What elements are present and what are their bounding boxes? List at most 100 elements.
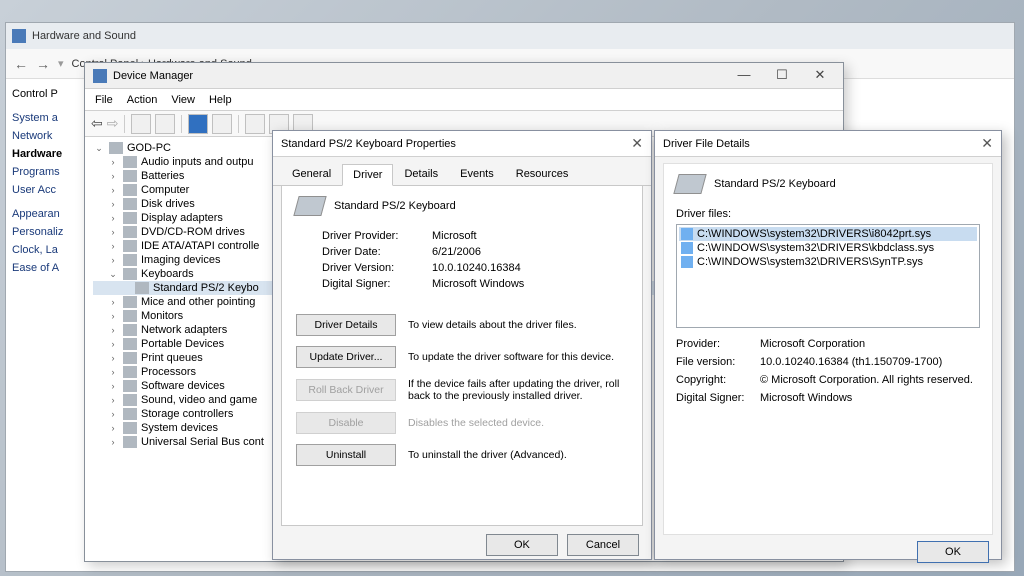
disable-button: Disable xyxy=(296,412,396,434)
toolbar-button[interactable] xyxy=(131,114,151,134)
version-label: Driver Version: xyxy=(322,262,432,274)
properties-titlebar[interactable]: Standard PS/2 Keyboard Properties ✕ xyxy=(273,131,651,157)
toolbar-help-icon[interactable] xyxy=(188,114,208,134)
rollback-driver-desc: If the device fails after updating the d… xyxy=(408,378,628,402)
back-arrow-icon[interactable]: ← xyxy=(14,56,28,72)
dfd-provider-value: Microsoft Corporation xyxy=(760,338,865,350)
device-icon xyxy=(123,296,137,308)
device-icon xyxy=(123,338,137,350)
tab-driver[interactable]: Driver xyxy=(342,164,393,186)
dfd-provider-label: Provider: xyxy=(676,338,760,350)
sidebar-link[interactable]: Network xyxy=(10,127,86,145)
menu-view[interactable]: View xyxy=(171,94,195,106)
device-icon xyxy=(123,156,137,168)
dfd-version-label: File version: xyxy=(676,356,760,368)
file-icon xyxy=(681,242,693,254)
cancel-button[interactable]: Cancel xyxy=(567,534,639,556)
control-panel-title: Hardware and Sound xyxy=(32,30,136,42)
keyboard-icon xyxy=(135,282,149,294)
tab-general[interactable]: General xyxy=(281,163,342,185)
forward-arrow-icon[interactable]: → xyxy=(36,56,50,72)
sidebar-link[interactable]: User Acc xyxy=(10,181,86,199)
sidebar-link[interactable]: Clock, La xyxy=(10,241,86,259)
dfd-device-name: Standard PS/2 Keyboard xyxy=(714,178,836,190)
keyboard-device-icon xyxy=(293,196,326,216)
driver-details-button[interactable]: Driver Details xyxy=(296,314,396,336)
toolbar-forward-icon[interactable]: ⇨ xyxy=(107,115,119,132)
provider-value: Microsoft xyxy=(432,230,477,242)
control-panel-icon xyxy=(12,29,26,43)
device-icon xyxy=(123,170,137,182)
sidebar-link[interactable]: System a xyxy=(10,109,86,127)
device-icon xyxy=(123,394,137,406)
update-driver-desc: To update the driver software for this d… xyxy=(408,351,628,363)
sidebar-link[interactable]: Personaliz xyxy=(10,223,86,241)
menu-help[interactable]: Help xyxy=(209,94,232,106)
properties-dialog: Standard PS/2 Keyboard Properties ✕ Gene… xyxy=(272,130,652,560)
file-icon xyxy=(681,256,693,268)
disable-desc: Disables the selected device. xyxy=(408,417,628,429)
driver-file-details-dialog: Driver File Details ✕ Standard PS/2 Keyb… xyxy=(654,130,1002,560)
device-icon xyxy=(123,324,137,336)
sidebar-link[interactable]: Appearan xyxy=(10,205,86,223)
device-icon xyxy=(123,380,137,392)
close-icon[interactable]: ✕ xyxy=(981,135,993,152)
menu-action[interactable]: Action xyxy=(127,94,158,106)
sidebar-link[interactable]: Ease of A xyxy=(10,259,86,277)
close-button[interactable]: ✕ xyxy=(801,65,839,87)
properties-tabs: General Driver Details Events Resources xyxy=(273,157,651,186)
dfd-copyright-label: Copyright: xyxy=(676,374,760,386)
device-icon xyxy=(123,226,137,238)
dfd-title: Driver File Details xyxy=(663,138,750,150)
driver-files-label: Driver files: xyxy=(676,208,980,220)
dfd-copyright-value: © Microsoft Corporation. All rights rese… xyxy=(760,374,973,386)
driver-file-item[interactable]: C:\WINDOWS\system32\DRIVERS\kbdclass.sys xyxy=(679,241,977,255)
minimize-button[interactable]: — xyxy=(725,65,763,87)
device-icon xyxy=(123,198,137,210)
update-driver-button[interactable]: Update Driver... xyxy=(296,346,396,368)
uninstall-desc: To uninstall the driver (Advanced). xyxy=(408,449,628,461)
device-manager-menubar: File Action View Help xyxy=(85,89,843,111)
sidebar-link-current[interactable]: Hardware xyxy=(10,145,86,163)
uninstall-button[interactable]: Uninstall xyxy=(296,444,396,466)
device-icon xyxy=(123,366,137,378)
maximize-button[interactable]: ☐ xyxy=(763,65,801,87)
driver-files-list[interactable]: C:\WINDOWS\system32\DRIVERS\i8042prt.sys… xyxy=(676,224,980,328)
device-icon xyxy=(123,408,137,420)
keyboard-device-icon xyxy=(673,174,706,194)
rollback-driver-button: Roll Back Driver xyxy=(296,379,396,401)
dfd-version-value: 10.0.10240.16384 (th1.150709-1700) xyxy=(760,356,942,368)
device-manager-titlebar[interactable]: Device Manager — ☐ ✕ xyxy=(85,63,843,89)
close-icon[interactable]: ✕ xyxy=(631,135,643,152)
control-panel-sidebar: Control P System a Network Hardware Prog… xyxy=(6,79,86,277)
driver-file-item-selected[interactable]: C:\WINDOWS\system32\DRIVERS\i8042prt.sys xyxy=(679,227,977,241)
device-icon xyxy=(123,184,137,196)
dfd-titlebar[interactable]: Driver File Details ✕ xyxy=(655,131,1001,157)
menu-file[interactable]: File xyxy=(95,94,113,106)
device-icon xyxy=(123,352,137,364)
driver-details-desc: To view details about the driver files. xyxy=(408,319,628,331)
device-manager-icon xyxy=(93,69,107,83)
device-icon xyxy=(123,240,137,252)
device-icon xyxy=(123,212,137,224)
date-value: 6/21/2006 xyxy=(432,246,481,258)
properties-title: Standard PS/2 Keyboard Properties xyxy=(281,138,456,150)
toolbar-button[interactable] xyxy=(155,114,175,134)
driver-file-item[interactable]: C:\WINDOWS\system32\DRIVERS\SynTP.sys xyxy=(679,255,977,269)
toolbar-back-icon[interactable]: ⇦ xyxy=(91,115,103,132)
ok-button[interactable]: OK xyxy=(917,541,989,563)
device-icon xyxy=(123,310,137,322)
file-icon xyxy=(681,228,693,240)
ok-button[interactable]: OK xyxy=(486,534,558,556)
toolbar-button[interactable] xyxy=(212,114,232,134)
tab-resources[interactable]: Resources xyxy=(505,163,580,185)
version-value: 10.0.10240.16384 xyxy=(432,262,521,274)
tab-details[interactable]: Details xyxy=(393,163,449,185)
signer-value: Microsoft Windows xyxy=(432,278,524,290)
dfd-signer-value: Microsoft Windows xyxy=(760,392,852,404)
sidebar-heading: Control P xyxy=(10,85,86,103)
device-icon xyxy=(123,254,137,266)
sidebar-link[interactable]: Programs xyxy=(10,163,86,181)
toolbar-button[interactable] xyxy=(245,114,265,134)
tab-events[interactable]: Events xyxy=(449,163,505,185)
